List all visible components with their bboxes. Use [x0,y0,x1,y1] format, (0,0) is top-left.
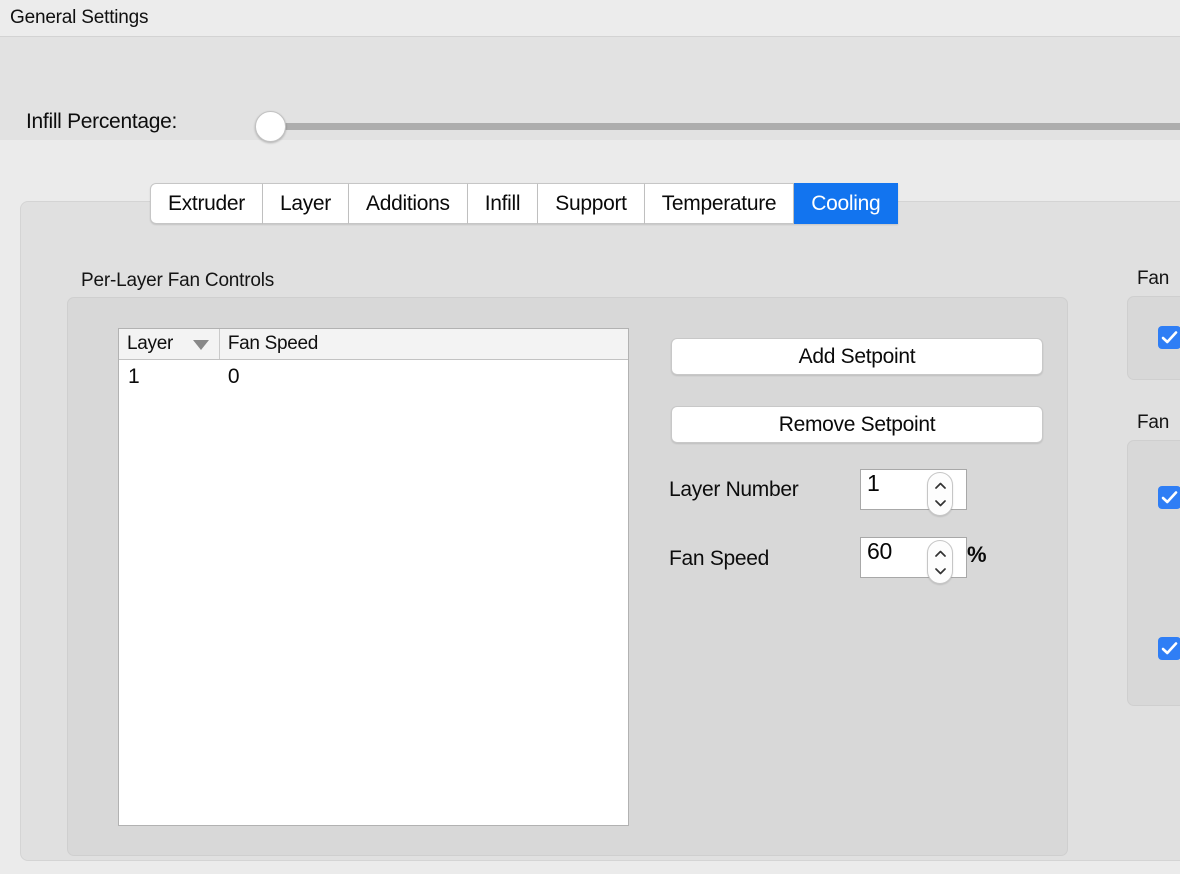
cell-layer: 1 [128,365,140,388]
tab-infill[interactable]: Infill [467,183,539,224]
fan-group-2 [1127,440,1180,706]
chevron-down-icon[interactable] [935,568,946,575]
page-title: General Settings [10,7,149,28]
per-layer-fan-controls-label: Per-Layer Fan Controls [81,270,275,291]
tab-extruder[interactable]: Extruder [150,183,263,224]
cooling-tab-panel: Per-Layer Fan Controls Layer Fan Speed 1… [20,201,1180,861]
column-header-fan-speed[interactable]: Fan Speed [218,329,628,359]
tab-temperature[interactable]: Temperature [644,183,795,224]
add-setpoint-button[interactable]: Add Setpoint [671,338,1043,375]
infill-percentage-row: Infill Percentage: [0,37,1180,143]
fan-group-2-checkbox-1[interactable] [1158,486,1180,509]
fan-speed-stepper[interactable] [927,540,953,584]
settings-tab-bar: Extruder Layer Additions Infill Support … [150,183,899,224]
layer-number-stepper[interactable] [927,472,953,516]
slider-track[interactable] [272,123,1180,130]
tab-support[interactable]: Support [538,183,645,224]
fan-group-2-label: Fan [1137,412,1170,433]
tab-additions[interactable]: Additions [349,183,468,224]
chevron-up-icon[interactable] [935,550,946,557]
fan-group-2-checkbox-2[interactable] [1158,637,1180,660]
chevron-down-icon[interactable] [935,500,946,507]
fan-group-1-label: Fan [1137,268,1170,289]
layer-number-label: Layer Number [669,478,799,501]
remove-setpoint-button[interactable]: Remove Setpoint [671,406,1043,443]
column-header-layer[interactable]: Layer [119,329,219,359]
infill-percentage-slider[interactable] [255,111,1180,143]
fan-speed-label: Fan Speed [669,547,770,570]
chevron-up-icon[interactable] [935,482,946,489]
sort-descending-icon [192,340,209,350]
table-header-row: Layer Fan Speed [119,329,628,360]
tab-layer[interactable]: Layer [262,183,349,224]
window-titlebar: General Settings [0,0,1180,37]
cell-fan-speed: 0 [227,365,240,388]
fan-group-1-checkbox[interactable] [1158,326,1180,349]
setpoint-table[interactable]: Layer Fan Speed 1 0 [118,328,629,826]
app-window: General Settings Infill Percentage: Per-… [0,0,1180,874]
tab-cooling[interactable]: Cooling [794,183,899,224]
slider-thumb[interactable] [255,111,286,142]
infill-percentage-label: Infill Percentage: [26,110,178,133]
fan-speed-unit-label: % [967,542,987,567]
table-row[interactable]: 1 0 [119,360,628,394]
per-layer-fan-controls-group: Layer Fan Speed 1 0 Add Setpoint Remove … [67,297,1068,856]
